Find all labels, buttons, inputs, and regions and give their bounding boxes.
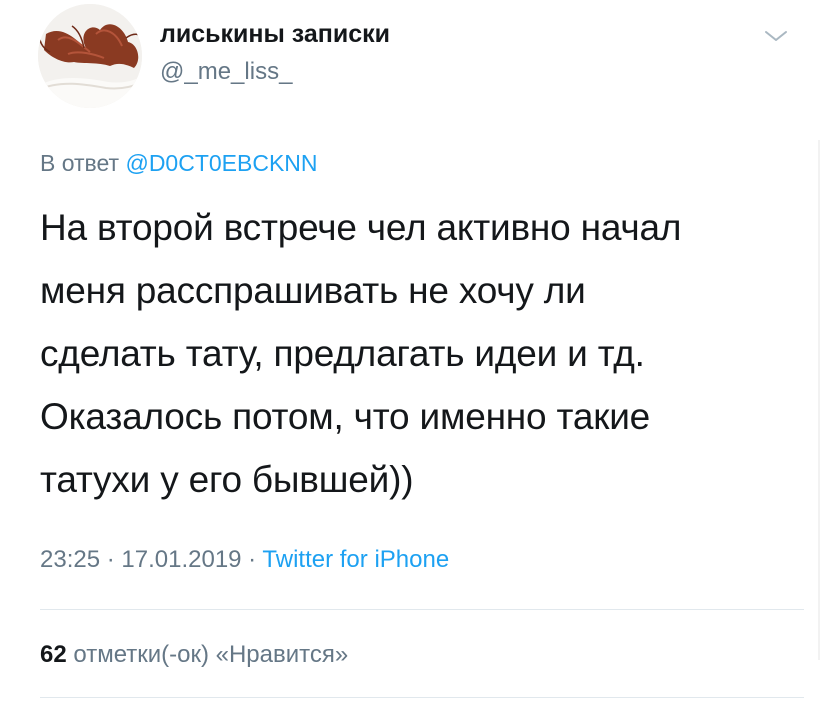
tweet-meta: 23:25 · 17.01.2019 · Twitter for iPhone — [40, 546, 449, 574]
tweet-text-line: На второй встрече чел активно начал — [40, 207, 682, 248]
tweet-text-line: Оказалось потом, что именно такие — [40, 396, 651, 437]
divider — [40, 697, 804, 698]
author-handle[interactable]: @_me_liss_ — [160, 58, 292, 86]
reply-mention-link[interactable]: @D0CT0EBCKNN — [125, 150, 317, 176]
avatar-image — [38, 4, 142, 108]
reply-context: В ответ @D0CT0EBCKNN — [40, 150, 318, 177]
avatar[interactable] — [38, 4, 142, 108]
divider — [40, 609, 804, 610]
author-display-name[interactable]: лиськины записки — [160, 20, 390, 49]
tweet-text-line: меня расспрашивать не хочу ли — [40, 270, 586, 311]
chevron-down-icon[interactable] — [763, 26, 789, 46]
tweet-text-line: татухи у его бывшей)) — [40, 459, 414, 500]
tweet: лиськины записки @_me_liss_ В ответ @D0C… — [0, 0, 828, 707]
meta-separator: · — [241, 546, 263, 573]
tweet-text: На второй встрече чел активно начал меня… — [40, 196, 800, 511]
likes-label: отметки(-ок) «Нравится» — [73, 641, 349, 668]
meta-separator: · — [100, 546, 122, 573]
likes-stat[interactable]: 62 отметки(-ок) «Нравится» — [40, 641, 348, 669]
reply-prefix: В ответ — [40, 150, 120, 176]
tweet-text-line: сделать тату, предлагать идеи и тд. — [40, 333, 645, 374]
likes-count: 62 — [40, 641, 67, 668]
tweet-date: 17.01.2019 — [121, 546, 242, 573]
tweet-source-link[interactable]: Twitter for iPhone — [262, 546, 449, 573]
scroll-edge — [818, 140, 820, 660]
tweet-time: 23:25 — [40, 546, 101, 573]
